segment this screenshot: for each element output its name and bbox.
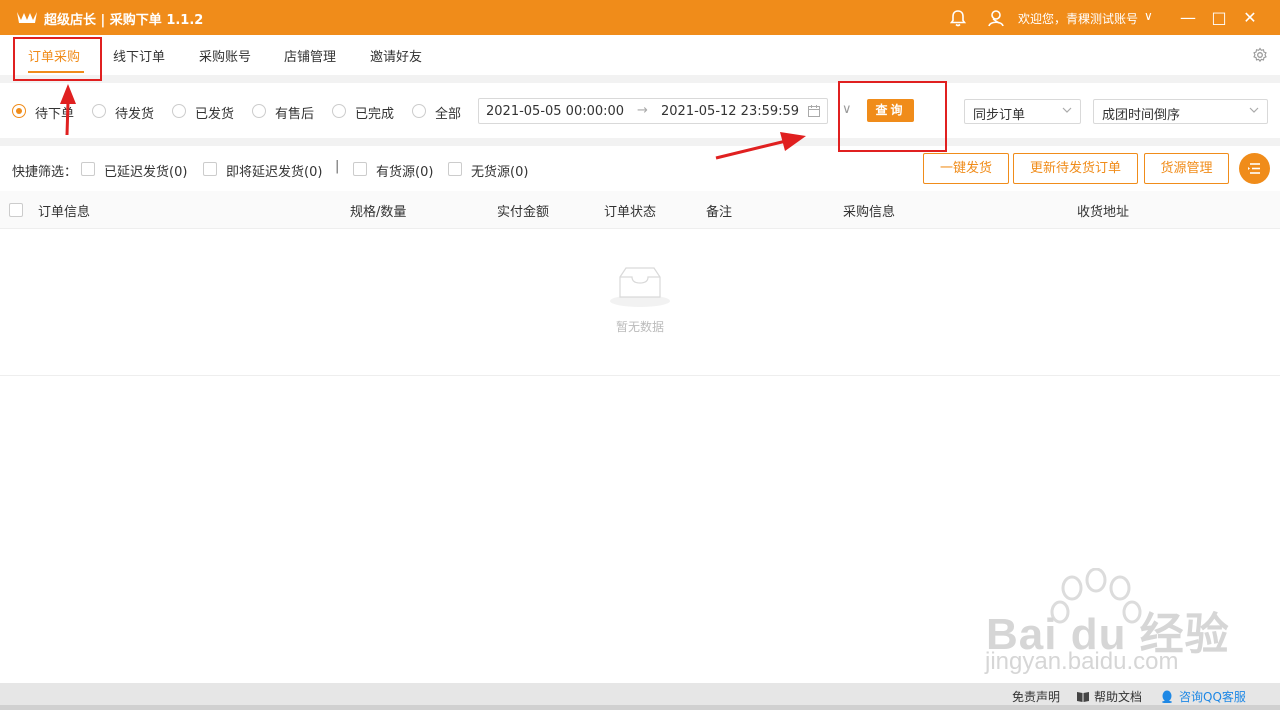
- maximize-icon[interactable]: □: [1207, 6, 1231, 30]
- sort-order-select-value: 成团时间倒序: [1102, 108, 1181, 123]
- welcome-text[interactable]: 欢迎您，青稞测试账号: [1018, 10, 1138, 27]
- range-arrow-icon: →: [637, 103, 648, 118]
- column-header-purchase-info: 采购信息: [843, 205, 896, 220]
- start-date[interactable]: 2021-05-05 00:00:00: [486, 104, 624, 119]
- column-header-spec-quantity: 规格/数量: [350, 205, 407, 220]
- empty-inbox-icon: [610, 267, 670, 307]
- menu-item-offline-orders[interactable]: 线下订单: [113, 46, 165, 65]
- account-chevron-down-icon[interactable]: ∨: [1144, 9, 1153, 23]
- radio-label-pending-shipment[interactable]: 待发货: [115, 103, 154, 122]
- checkbox-label-no-source[interactable]: 无货源(0): [471, 161, 528, 180]
- calendar-icon[interactable]: [807, 104, 821, 118]
- source-management-button[interactable]: 货源管理: [1144, 153, 1229, 184]
- checkbox-delayed-shipment[interactable]: [81, 162, 95, 176]
- close-icon[interactable]: ✕: [1238, 6, 1262, 30]
- book-icon: [1077, 692, 1089, 702]
- crown-icon: [17, 12, 37, 23]
- column-header-shipping-address: 收货地址: [1077, 205, 1130, 220]
- radio-after-sale[interactable]: [252, 104, 266, 118]
- sync-orders-select-value: 同步订单: [973, 108, 1026, 123]
- column-header-order-status: 订单状态: [604, 205, 657, 220]
- radio-completed[interactable]: [332, 104, 346, 118]
- chevron-down-icon: [1249, 107, 1259, 113]
- radio-label-pending-order[interactable]: 待下单: [35, 103, 74, 122]
- taskbar-strip: [0, 705, 1280, 710]
- checkbox-no-source[interactable]: [448, 162, 462, 176]
- one-click-ship-button[interactable]: 一键发货: [923, 153, 1009, 184]
- title-bar: 超级店长 | 采购下单 1.1.2 欢迎您，青稞测试账号 ∨ — □ ✕: [0, 0, 1280, 35]
- app-title: 超级店长 | 采购下单 1.1.2: [44, 13, 204, 28]
- quick-filter-separator: |: [335, 159, 340, 174]
- user-icon[interactable]: [986, 8, 1006, 28]
- radio-label-all[interactable]: 全部: [435, 103, 461, 122]
- column-header-paid-amount: 实付金额: [497, 205, 550, 220]
- empty-state-text: 暂无数据: [615, 320, 664, 334]
- checkbox-has-source[interactable]: [353, 162, 367, 176]
- menu-item-invite-friends[interactable]: 邀请好友: [370, 46, 422, 65]
- radio-pending-shipment[interactable]: [92, 104, 106, 118]
- update-pending-orders-button[interactable]: 更新待发货订单: [1013, 153, 1138, 184]
- gear-icon[interactable]: [1252, 47, 1268, 63]
- radio-label-shipped[interactable]: 已发货: [195, 103, 234, 122]
- chevron-down-icon: [1062, 107, 1072, 113]
- end-date[interactable]: 2021-05-12 23:59:59: [661, 104, 799, 119]
- help-docs-link[interactable]: 帮助文档: [1094, 688, 1142, 705]
- checkbox-about-to-delay[interactable]: [203, 162, 217, 176]
- checkbox-label-delayed-shipment[interactable]: 已延迟发货(0): [104, 161, 187, 180]
- column-header-order-info: 订单信息: [38, 205, 91, 220]
- column-header-remarks: 备注: [706, 205, 733, 220]
- checkbox-label-has-source[interactable]: 有货源(0): [376, 161, 433, 180]
- quick-filter-label: 快捷筛选：: [12, 165, 78, 180]
- qq-support-link[interactable]: 咨询QQ客服: [1179, 688, 1246, 705]
- table-bottom-border: [0, 375, 1280, 376]
- annotation-box-order-tab: [13, 37, 102, 81]
- radio-all[interactable]: [412, 104, 426, 118]
- main-menu: 订单采购 线下订单 采购账号 店铺管理 邀请好友: [0, 35, 1280, 75]
- radio-shipped[interactable]: [172, 104, 186, 118]
- minimize-icon[interactable]: —: [1176, 6, 1200, 30]
- menu-item-store-management[interactable]: 店铺管理: [284, 46, 336, 65]
- table-header: 订单信息 规格/数量 实付金额 订单状态 备注 采购信息 收货地址: [0, 191, 1280, 229]
- menu-item-purchase-accounts[interactable]: 采购账号: [199, 46, 251, 65]
- watermark-url: jingyan.baidu.com: [985, 648, 1179, 675]
- section-divider: [0, 75, 1280, 83]
- radio-label-completed[interactable]: 已完成: [355, 103, 394, 122]
- date-range-picker[interactable]: 2021-05-05 00:00:00 → 2021-05-12 23:59:5…: [478, 98, 828, 124]
- list-menu-button[interactable]: [1239, 153, 1270, 184]
- select-all-checkbox[interactable]: [9, 203, 23, 217]
- bell-icon[interactable]: [948, 8, 968, 28]
- annotation-box-query: [838, 81, 947, 152]
- list-icon: [1248, 163, 1260, 174]
- disclaimer-link[interactable]: 免责声明: [1012, 688, 1060, 705]
- sort-order-select[interactable]: 成团时间倒序: [1093, 99, 1268, 124]
- section-divider: [0, 138, 1280, 146]
- radio-pending-order[interactable]: [12, 104, 26, 118]
- qq-icon: [1162, 690, 1172, 703]
- radio-label-after-sale[interactable]: 有售后: [275, 103, 314, 122]
- checkbox-label-about-to-delay[interactable]: 即将延迟发货(0): [226, 161, 322, 180]
- sync-orders-select[interactable]: 同步订单: [964, 99, 1081, 124]
